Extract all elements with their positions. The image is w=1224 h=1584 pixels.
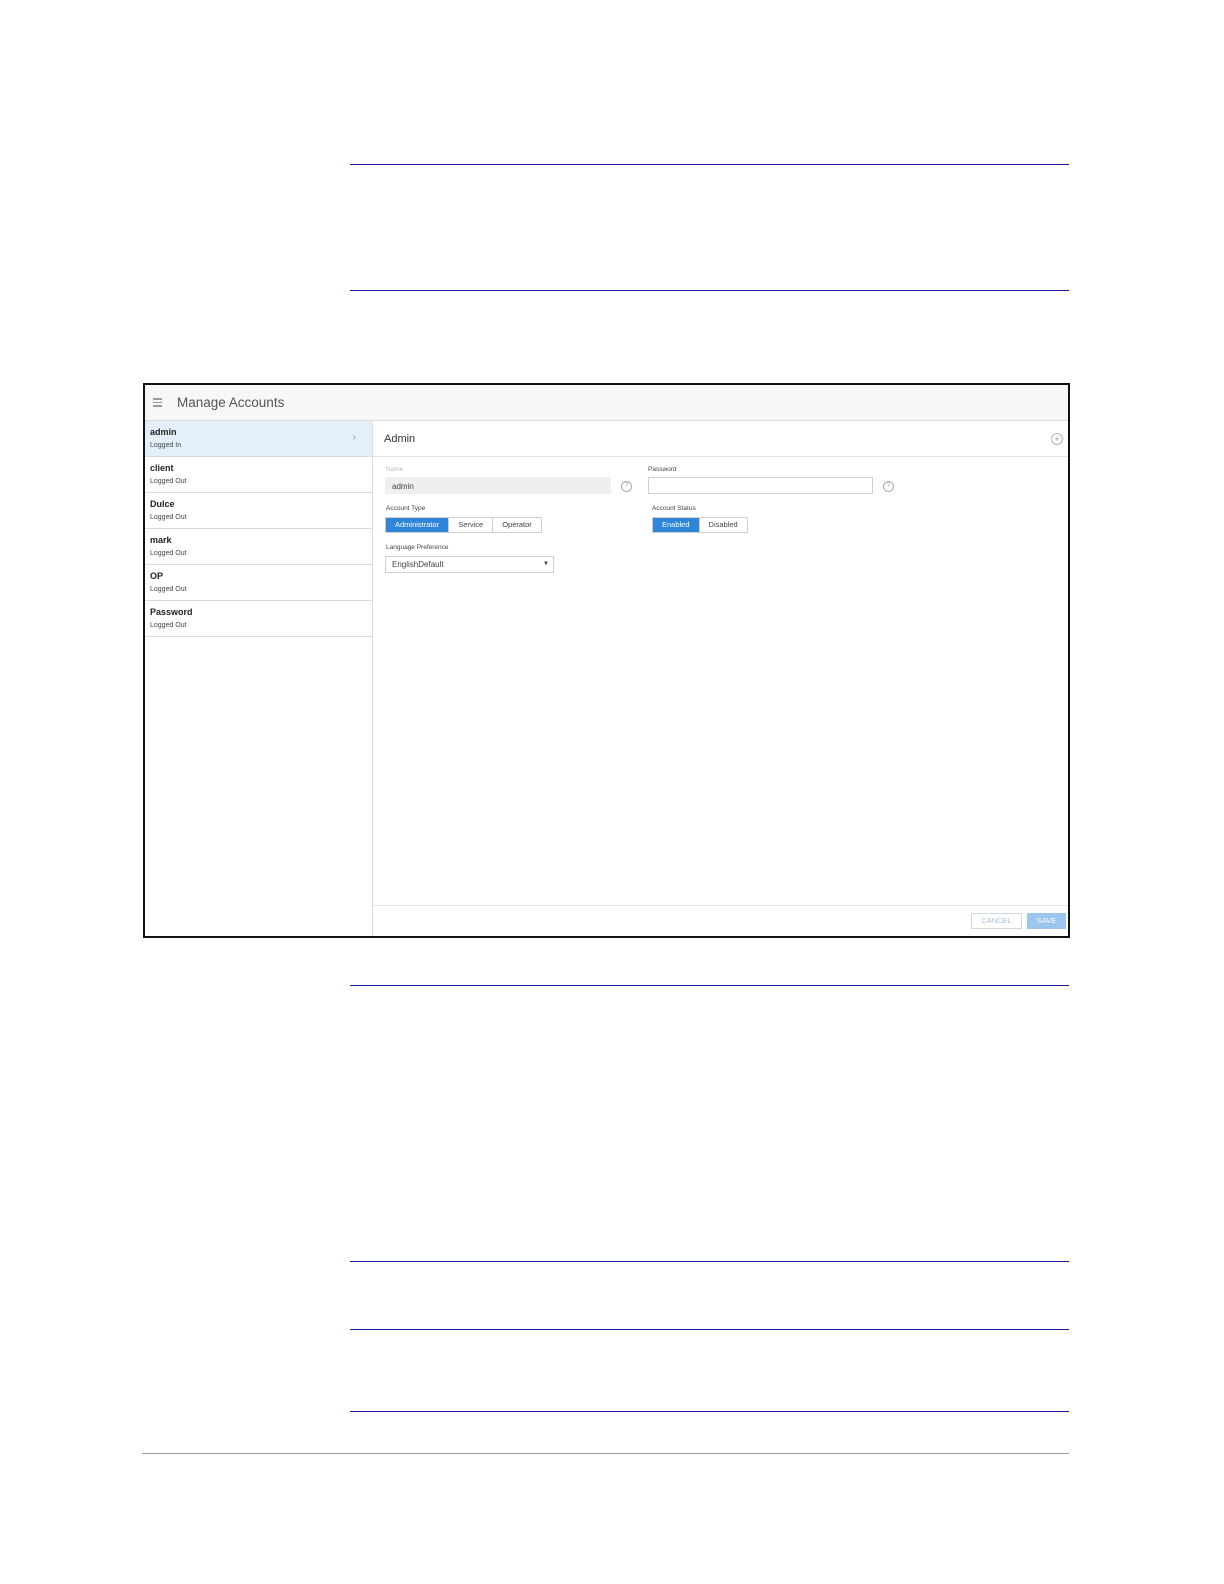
account-status: Logged In	[150, 442, 182, 449]
account-type-service[interactable]: Service	[449, 518, 494, 532]
account-status: Logged Out	[150, 478, 187, 485]
account-name: mark	[150, 535, 172, 545]
document-rule	[350, 1411, 1069, 1412]
account-type-operator[interactable]: Operator	[493, 518, 541, 532]
detail-title: Admin	[384, 433, 416, 445]
account-type-administrator[interactable]: Administrator	[386, 518, 450, 532]
document-rule	[350, 1329, 1069, 1330]
account-item-client[interactable]: client Logged Out	[145, 457, 372, 493]
account-item-password[interactable]: Password Logged Out	[145, 601, 372, 637]
language-label: Language Preference	[386, 544, 449, 551]
detail-header: Admin +	[373, 421, 1068, 457]
name-label: Name	[386, 466, 404, 473]
account-status: Logged Out	[150, 514, 187, 521]
account-name: Password	[150, 607, 193, 617]
account-list: admin Logged In › client Logged Out Dulc…	[145, 421, 373, 936]
window-title: Manage Accounts	[177, 395, 285, 410]
account-type-label: Account Type	[386, 505, 426, 512]
account-status-label: Account Status	[652, 505, 696, 512]
account-item-mark[interactable]: mark Logged Out	[145, 529, 372, 565]
footer-rule	[142, 1453, 1069, 1454]
language-select[interactable]: EnglishDefault ▼	[385, 556, 554, 573]
document-rule	[350, 985, 1069, 986]
account-item-admin[interactable]: admin Logged In ›	[145, 421, 372, 457]
document-rule	[350, 164, 1069, 165]
hamburger-menu-icon[interactable]	[153, 398, 167, 407]
chevron-right-icon: ›	[352, 432, 356, 443]
help-circle-icon[interactable]: ?	[883, 481, 894, 492]
account-status: Logged Out	[150, 586, 187, 593]
manage-accounts-screenshot: Manage Accounts admin Logged In › client…	[143, 383, 1070, 938]
account-status: Logged Out	[150, 622, 187, 629]
help-circle-icon[interactable]: ?	[621, 481, 632, 492]
add-circle-icon[interactable]: +	[1051, 433, 1063, 445]
account-item-dulce[interactable]: Dulce Logged Out	[145, 493, 372, 529]
account-type-toggle: Administrator Service Operator	[385, 517, 542, 533]
account-detail-panel: Admin + Name admin ? Password ? Account …	[373, 421, 1068, 936]
account-name: Dulce	[150, 499, 175, 509]
account-item-op[interactable]: OP Logged Out	[145, 565, 372, 601]
save-button[interactable]: SAVE	[1027, 913, 1066, 929]
document-rule	[350, 1261, 1069, 1262]
language-value: EnglishDefault	[392, 560, 444, 569]
password-field[interactable]	[648, 477, 873, 494]
account-name: admin	[150, 427, 177, 437]
account-status-enabled[interactable]: Enabled	[653, 518, 700, 532]
caret-down-icon: ▼	[543, 561, 549, 567]
name-field: admin	[385, 477, 611, 494]
cancel-button[interactable]: CANCEL	[971, 913, 1022, 929]
account-name: OP	[150, 571, 164, 581]
action-bar: CANCEL SAVE	[373, 905, 1068, 936]
document-page: Manage Accounts admin Logged In › client…	[0, 0, 1224, 1584]
password-label: Password	[648, 466, 677, 473]
account-name: client	[150, 463, 174, 473]
document-rule	[350, 290, 1069, 291]
account-status-toggle: Enabled Disabled	[652, 517, 748, 533]
account-status: Logged Out	[150, 550, 187, 557]
title-bar: Manage Accounts	[145, 385, 1068, 421]
account-status-disabled[interactable]: Disabled	[699, 518, 747, 532]
